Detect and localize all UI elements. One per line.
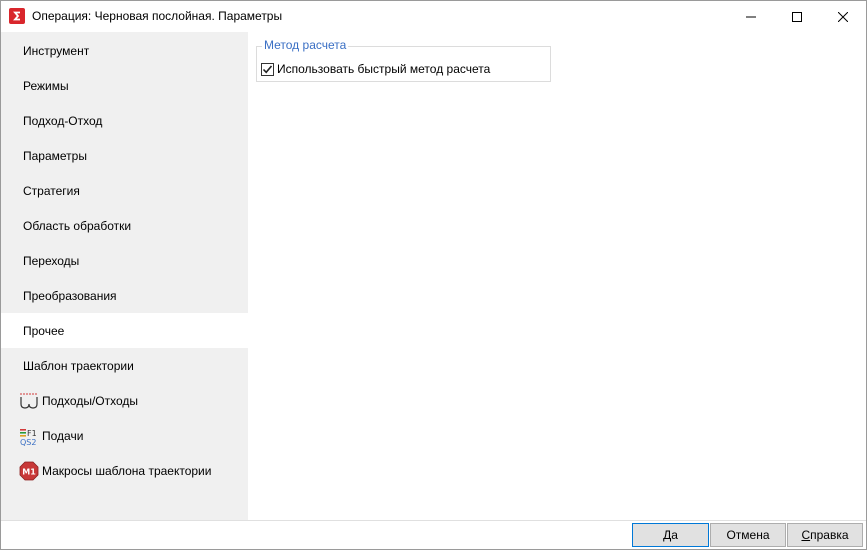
sidebar-item-path-macros[interactable]: M1 Макросы шаблона траектории [1,453,248,488]
feeds-icon: F1 QS2 [19,426,39,446]
window-title: Операция: Черновая послойная. Параметры [32,9,283,23]
minimize-icon [746,16,756,17]
close-button[interactable] [820,1,866,32]
sidebar-nav: Инструмент Режимы Подход-Отход Параметры… [1,32,248,520]
sidebar-item-parameters[interactable]: Параметры [1,138,248,173]
sidebar-item-label: Преобразования [23,288,117,303]
sidebar-item-label: Макросы шаблона траектории [42,463,212,478]
maximize-button[interactable] [774,1,820,32]
svg-text:F1: F1 [27,429,37,438]
sidebar-item-machining-area[interactable]: Область обработки [1,208,248,243]
sidebar-item-modes[interactable]: Режимы [1,68,248,103]
title-bar: Операция: Черновая послойная. Параметры [1,1,866,32]
button-bar: Да Отмена Справка [1,520,866,549]
fast-calculation-checkbox[interactable] [261,62,274,76]
ok-label: а [671,528,678,542]
sidebar-item-label: Прочее [23,323,65,338]
ok-button[interactable]: Да [632,523,709,547]
dialog-window: Операция: Черновая послойная. Параметры … [0,0,867,550]
sidebar-item-other[interactable]: Прочее [1,313,248,348]
sidebar-item-path-template[interactable]: Шаблон траектории [1,348,248,383]
svg-text:M1: M1 [22,467,36,476]
minimize-button[interactable] [728,1,774,32]
group-title: Метод расчета [262,38,349,52]
maximize-icon [792,11,802,22]
sidebar-item-label: Режимы [23,78,69,93]
sidebar-item-label: Шаблон траектории [23,358,134,373]
sidebar-item-label: Параметры [23,148,87,163]
approach-retract-icon [19,391,39,411]
app-logo-icon [9,8,25,24]
fast-calculation-checkbox-row[interactable]: Использовать быстрый метод расчета [261,62,490,76]
sidebar-item-feeds[interactable]: F1 QS2 Подачи [1,418,248,453]
sidebar-item-label: Подход-Отход [23,113,103,128]
sidebar-item-label: Область обработки [23,218,132,233]
sidebar-item-label: Стратегия [23,183,80,198]
macro-m1-icon: M1 [19,461,39,481]
sidebar-item-strategy[interactable]: Стратегия [1,173,248,208]
checkmark-icon [262,64,273,73]
close-icon [838,11,848,22]
sidebar-item-label: Подачи [42,428,84,443]
sidebar-item-tool[interactable]: Инструмент [1,33,248,68]
calculation-method-group: Метод расчета Использовать быстрый метод… [256,38,551,82]
sidebar-item-label: Инструмент [23,43,90,58]
svg-text:QS2: QS2 [20,438,36,446]
fast-calculation-label: Использовать быстрый метод расчета [277,62,491,76]
sidebar-item-approach-retract[interactable]: Подход-Отход [1,103,248,138]
help-label: правка [810,528,849,542]
ok-accelerator: Д [663,528,672,542]
cancel-label: Отмена [726,528,770,542]
sidebar-item-transformations[interactable]: Преобразования [1,278,248,313]
help-accelerator: С [801,528,811,542]
sidebar-item-approaches-retracts[interactable]: Подходы/Отходы [1,383,248,418]
help-button[interactable]: Справка [787,523,863,547]
content-panel: Метод расчета Использовать быстрый метод… [248,32,866,520]
sidebar-item-transitions[interactable]: Переходы [1,243,248,278]
sidebar-item-label: Подходы/Отходы [42,393,139,408]
cancel-button[interactable]: Отмена [710,523,786,547]
sidebar-item-label: Переходы [23,253,80,268]
